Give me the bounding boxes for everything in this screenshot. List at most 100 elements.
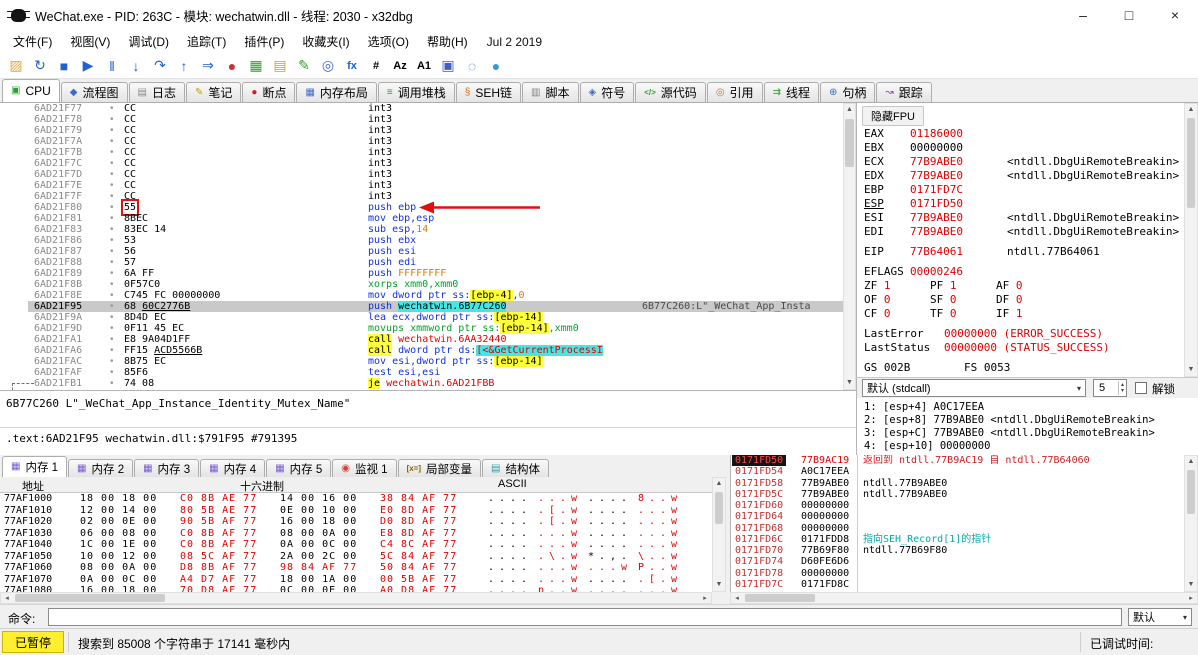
dump-row[interactable]: 77AF1020 02 00 0E 00 90 5B AF 77 16 00 18 0… bbox=[0, 516, 712, 528]
registers-scrollbar[interactable]: ▲ ▼ bbox=[1184, 103, 1198, 377]
settings-button[interactable]: ◎ bbox=[317, 55, 339, 76]
stack-row[interactable]: 0171FD58 77B9ABE0 ntdll.77B9ABE0 bbox=[731, 478, 1184, 489]
disasm-row[interactable]: 6AD21FA6 • FF15 ACD5566B call dword ptr ds:… bbox=[0, 345, 843, 356]
dump-scrollbar[interactable]: ▲ ▼ bbox=[712, 477, 726, 592]
step-into-button[interactable]: ↓ bbox=[125, 55, 147, 76]
tab-struct[interactable]: ▤ 结构体 bbox=[482, 459, 549, 477]
calling-convention-select[interactable]: 默认 (stdcall) ▾ bbox=[862, 379, 1086, 397]
stack-row[interactable]: 0171FD5C 77B9ABE0 ntdll.77B9ABE0 bbox=[731, 489, 1184, 500]
register-row-ecx[interactable]: ECX 77B9ABE0 <ntdll.DbgUiRemoteBreakin> bbox=[864, 155, 1179, 169]
memory-dump-panel[interactable]: 地址 十六进制 ASCII 77AF1000 18 00 18 00 C0 8B A… bbox=[0, 477, 712, 592]
scrollbar-thumb[interactable] bbox=[1187, 118, 1195, 208]
open-file-button[interactable]: ▨ bbox=[5, 55, 27, 76]
register-row-edx[interactable]: EDX 77B9ABE0 <ntdll.DbgUiRemoteBreakin> bbox=[864, 169, 1179, 183]
dump-header-ascii[interactable]: ASCII bbox=[498, 478, 527, 490]
flags-row[interactable]: CF 0 TF 0 IF 1 bbox=[864, 307, 1179, 321]
tab-graph[interactable]: ◆ 流程图 bbox=[60, 82, 128, 102]
dump-hscrollbar[interactable]: ◂ ▸ bbox=[0, 592, 712, 604]
gutter-dot-icon[interactable]: • bbox=[110, 323, 114, 334]
scroll-right-icon[interactable]: ▸ bbox=[1185, 593, 1197, 603]
flags-row[interactable]: OF 0 SF 0 DF 0 bbox=[864, 293, 1179, 307]
disasm-row[interactable]: 6AD21FAF • 85F6 test esi,esi bbox=[0, 367, 843, 378]
gutter-dot-icon[interactable]: • bbox=[110, 378, 114, 389]
spin-down-icon[interactable]: ▾ bbox=[1121, 388, 1124, 394]
tab-symbols[interactable]: ◈ 符号 bbox=[579, 82, 635, 102]
disasm-row[interactable]: 6AD21F77 • CC int3 bbox=[0, 103, 843, 114]
disassembly-panel[interactable]: 6AD21F77 • CC int3 6AD21F78 • CC int3 6AD21F79 • C… bbox=[0, 103, 843, 390]
breakpoints-button[interactable]: ● bbox=[221, 55, 243, 76]
gutter-dot-icon[interactable]: • bbox=[110, 114, 114, 125]
tab-references[interactable]: ◎ 引用 bbox=[706, 82, 763, 102]
gutter-dot-icon[interactable]: • bbox=[110, 312, 114, 323]
dump-row[interactable]: 77AF1080 16 00 18 00 70 D8 AF 77 0C 00 0E 0… bbox=[0, 585, 712, 592]
scroll-down-icon[interactable]: ▼ bbox=[1185, 579, 1197, 591]
disasm-row[interactable]: 6AD21F78 • CC int3 bbox=[0, 114, 843, 125]
scrollbar-thumb[interactable] bbox=[845, 119, 854, 167]
tab-trace[interactable]: ↝ 跟踪 bbox=[876, 82, 932, 102]
gutter-dot-icon[interactable]: • bbox=[110, 202, 114, 213]
find-symbols-button[interactable]: A1 bbox=[413, 55, 435, 76]
gutter-dot-icon[interactable]: • bbox=[110, 367, 114, 378]
scroll-up-icon[interactable]: ▲ bbox=[844, 104, 855, 116]
menu-options[interactable]: 选项(O) bbox=[359, 30, 418, 53]
scrollbar-thumb[interactable] bbox=[15, 594, 165, 602]
scroll-down-icon[interactable]: ▼ bbox=[844, 377, 855, 389]
stack-row[interactable]: 0171FD68 00000000 bbox=[731, 523, 1184, 534]
disasm-row[interactable]: 6AD21F89 • 6A FF push FFFFFFFF bbox=[0, 268, 843, 279]
scrollbar-thumb[interactable] bbox=[715, 492, 723, 524]
pause-button[interactable]: ‖ bbox=[101, 55, 123, 76]
disasm-row[interactable]: 6AD21F7D • CC int3 bbox=[0, 169, 843, 180]
menu-favourites[interactable]: 收藏夹(I) bbox=[293, 30, 358, 53]
command-type-select[interactable]: 默认 ▾ bbox=[1128, 608, 1192, 626]
tab-breakpoints[interactable]: ● 断点 bbox=[242, 82, 296, 102]
flags-row[interactable]: ZF 1 PF 1 AF 0 bbox=[864, 279, 1179, 293]
register-row-ebx[interactable]: EBX 00000000 bbox=[864, 141, 1179, 155]
stack-row[interactable]: 0171FD64 00000000 bbox=[731, 511, 1184, 522]
tab-dump-4[interactable]: ▦ 内存 4 bbox=[200, 459, 266, 477]
flag-of[interactable]: OF 0 bbox=[864, 293, 930, 307]
stack-row[interactable]: 0171FD60 00000000 bbox=[731, 500, 1184, 511]
dump-row[interactable]: 77AF1030 06 00 08 00 C0 8B AF 77 08 00 0A 0… bbox=[0, 528, 712, 540]
run-to-user-code-button[interactable]: ⇒ bbox=[197, 55, 219, 76]
tab-dump-5[interactable]: ▦ 内存 5 bbox=[266, 459, 332, 477]
disasm-row[interactable]: 6AD21F79 • CC int3 bbox=[0, 125, 843, 136]
gutter-dot-icon[interactable]: • bbox=[110, 235, 114, 246]
stack-row[interactable]: 0171FD50 77B9AC19 返回到 ntdll.77B9AC19 自 ntd… bbox=[731, 455, 1184, 467]
disasm-row[interactable]: 6AD21F9D • 0F11 45 EC movups xmmword ptr ss… bbox=[0, 323, 843, 334]
gutter-dot-icon[interactable]: • bbox=[110, 158, 114, 169]
disasm-row[interactable]: 6AD21F83 • 83EC 14 sub esp,14 bbox=[0, 224, 843, 235]
disasm-row[interactable]: 6AD21F7A • CC int3 bbox=[0, 136, 843, 147]
log-button[interactable]: ▤ bbox=[269, 55, 291, 76]
dump-header-hex[interactable]: 十六进制 bbox=[240, 478, 284, 494]
scroll-up-icon[interactable]: ▲ bbox=[713, 478, 725, 490]
register-row-ebp[interactable]: EBP 0171FD7C bbox=[864, 183, 1179, 197]
command-input[interactable] bbox=[48, 608, 1122, 626]
tab-watch-1[interactable]: ◉ 监视 1 bbox=[332, 459, 397, 477]
stack-scrollbar[interactable]: ▲ ▼ bbox=[1184, 455, 1198, 592]
dump-row[interactable]: 77AF1050 10 00 12 00 08 5C AF 77 2A 00 2C 0… bbox=[0, 551, 712, 563]
disasm-row[interactable]: 6AD21F9A • 8D4D EC lea ecx,dword ptr ss:[eb… bbox=[0, 312, 843, 323]
tab-threads[interactable]: ⇉ 线程 bbox=[763, 82, 819, 102]
gutter-dot-icon[interactable]: • bbox=[110, 290, 114, 301]
stack-hscrollbar[interactable]: ◂ ▸ bbox=[730, 592, 1198, 604]
gutter-dot-icon[interactable]: • bbox=[110, 257, 114, 268]
scroll-right-icon[interactable]: ▸ bbox=[699, 593, 711, 603]
fx-button[interactable]: fx bbox=[341, 55, 363, 76]
disassembly-scrollbar[interactable]: ▲ ▼ bbox=[843, 103, 856, 390]
gutter-dot-icon[interactable]: • bbox=[110, 125, 114, 136]
minimize-button[interactable]: – bbox=[1060, 0, 1106, 30]
stack-row[interactable]: 0171FD70 77B69F80 ntdll.77B69F80 bbox=[731, 545, 1184, 556]
tab-dump-2[interactable]: ▦ 内存 2 bbox=[68, 459, 134, 477]
tab-script[interactable]: ▥ 脚本 bbox=[522, 82, 579, 102]
maximize-button[interactable]: □ bbox=[1106, 0, 1152, 30]
flag-df[interactable]: DF 0 bbox=[996, 293, 1062, 307]
gutter-dot-icon[interactable]: • bbox=[110, 213, 114, 224]
disasm-row[interactable]: 6AD21FAC • 8B75 EC mov esi,dword ptr ss:[eb… bbox=[0, 356, 843, 367]
gutter-dot-icon[interactable]: • bbox=[110, 191, 114, 202]
disasm-row[interactable]: 6AD21F7B • CC int3 bbox=[0, 147, 843, 158]
disasm-row[interactable]: 6AD21FA1 • E8 9A04D1FF call wechatwin.6AA32… bbox=[0, 334, 843, 345]
disasm-row[interactable]: 6AD21F87 • 56 push esi bbox=[0, 246, 843, 257]
stack-argument-row[interactable]: 1: [esp+4] A0C17EEA bbox=[864, 401, 1198, 414]
register-row-lasterror[interactable]: LastError 00000000 (ERROR_SUCCESS) bbox=[864, 327, 1179, 341]
gutter-dot-icon[interactable]: • bbox=[110, 279, 114, 290]
